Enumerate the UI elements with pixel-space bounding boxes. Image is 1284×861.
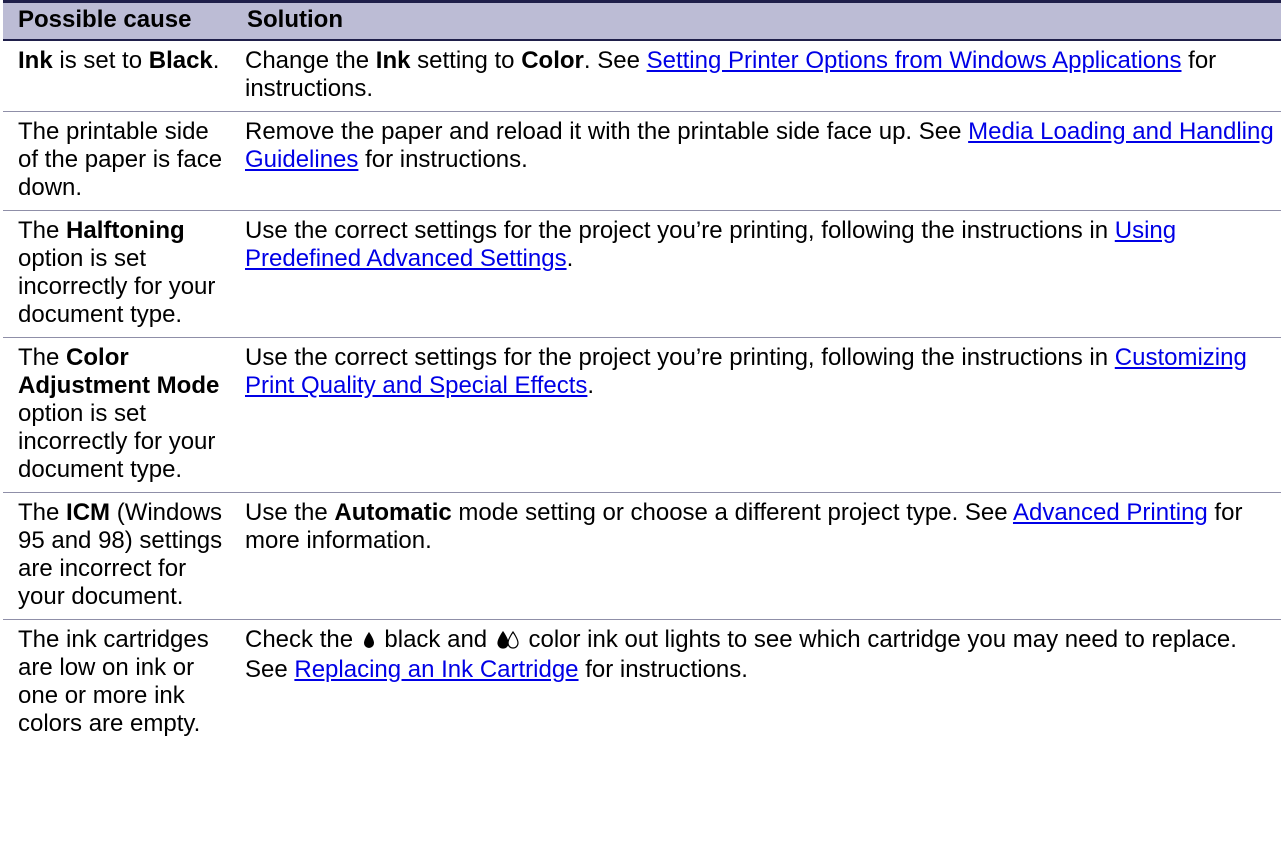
text-run: mode setting or choose a different proje…: [451, 498, 1013, 526]
cross-reference-link[interactable]: Setting Printer Options from Windows App…: [647, 47, 1182, 74]
troubleshooting-page: Possible cause Solution Ink is set to Bl…: [3, 0, 1281, 746]
troubleshooting-table: Possible cause Solution Ink is set to Bl…: [3, 0, 1281, 746]
table-row: The ink cartridges are low on ink or one…: [3, 619, 1281, 746]
solution-cell: Remove the paper and reload it with the …: [232, 111, 1281, 211]
bold-term: Halftoning: [66, 216, 185, 244]
table-header-row: Possible cause Solution: [3, 0, 1281, 41]
text-run: The: [18, 216, 67, 244]
text-run: .: [212, 46, 220, 74]
text-run: Use the correct settings for the project…: [245, 343, 1115, 371]
text-run: Use the correct settings for the project…: [245, 216, 1115, 244]
text-run: for instructions.: [358, 145, 528, 173]
text-run: black and: [377, 625, 494, 653]
bold-term: Ink: [375, 46, 411, 74]
text-run: Remove the paper and reload it with the …: [245, 117, 969, 145]
cross-reference-link[interactable]: Replacing an Ink Cartridge: [294, 656, 578, 683]
text-run: Check the: [245, 625, 360, 653]
solution-cell: Check the black and color ink out lights…: [232, 619, 1281, 746]
table-row: The ICM (Windows 95 and 98) settings are…: [3, 492, 1281, 620]
table-row: The Color Adjustment Mode option is set …: [3, 337, 1281, 493]
possible-cause-header: Possible cause: [3, 0, 232, 41]
cause-cell: The ICM (Windows 95 and 98) settings are…: [3, 492, 232, 620]
text-run: The: [18, 498, 67, 526]
cross-reference-link[interactable]: Advanced Printing: [1013, 499, 1208, 526]
text-run: Change the: [245, 46, 376, 74]
text-run: .: [587, 371, 595, 399]
cause-cell: Ink is set to Black.: [3, 39, 232, 112]
solution-cell: Change the Ink setting to Color. See Set…: [232, 39, 1281, 112]
text-run: . See: [583, 46, 647, 74]
text-run: is set to: [52, 46, 149, 74]
solution-header: Solution: [232, 0, 1281, 41]
cause-cell: The Halftoning option is set incorrectly…: [3, 210, 232, 338]
table-row: Ink is set to Black. Change the Ink setti…: [3, 39, 1281, 112]
text-run: option is set incorrectly for your docum…: [18, 399, 216, 483]
text-run: The printable side of the paper is face …: [18, 117, 223, 201]
cause-cell: The printable side of the paper is face …: [3, 111, 232, 211]
text-run: The ink cartridges are low on ink or one…: [18, 625, 209, 737]
bold-term: Color: [521, 46, 584, 74]
table-row: The printable side of the paper is face …: [3, 111, 1281, 211]
bold-term: Black: [148, 46, 213, 74]
bold-term: Ink: [18, 46, 53, 74]
text-run: The: [18, 343, 67, 371]
text-run: option is set incorrectly for your docum…: [18, 244, 216, 328]
bold-term: ICM: [66, 498, 111, 526]
text-run: .: [566, 244, 574, 272]
text-run: for instructions.: [578, 655, 748, 683]
table-row: The Halftoning option is set incorrectly…: [3, 210, 1281, 338]
solution-cell: Use the Automatic mode setting or choose…: [232, 492, 1281, 620]
solution-cell: Use the correct settings for the project…: [232, 337, 1281, 493]
color-ink-drops-icon: [497, 628, 519, 656]
solution-cell: Use the correct settings for the project…: [232, 210, 1281, 338]
cause-cell: The Color Adjustment Mode option is set …: [3, 337, 232, 493]
black-ink-drop-icon: [363, 628, 375, 656]
text-run: setting to: [410, 46, 522, 74]
bold-term: Automatic: [334, 498, 452, 526]
cause-cell: The ink cartridges are low on ink or one…: [3, 619, 232, 746]
text-run: Use the: [245, 498, 335, 526]
